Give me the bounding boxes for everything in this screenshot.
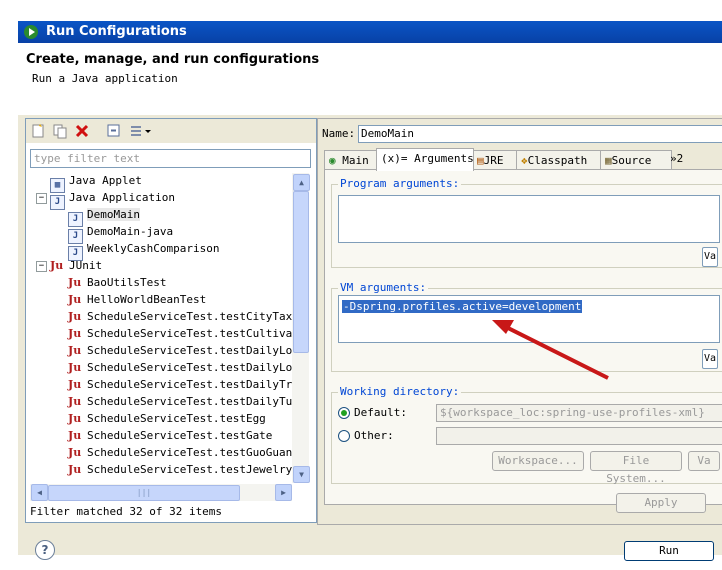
jre-tab-icon: ▤ [477,154,484,167]
default-label: Default: [354,406,407,419]
tree-item-junit-test[interactable]: Ju ScheduleServiceTest.testCityTax [68,309,292,325]
tree-item-junit-test[interactable]: Ju ScheduleServiceTest.testCultivate [68,326,292,342]
tab-bar: ◉ Main (x)= Arguments ▤JRE ❖Classpath ▦S… [324,148,722,171]
window-titlebar: Run Configurations [18,21,722,43]
tab-main[interactable]: ◉ Main [324,150,380,170]
config-toolbar [26,119,316,143]
default-directory-field: ${workspace_loc:spring-use-profiles-xml} [436,404,722,422]
tree-item-junit-test[interactable]: Ju ScheduleServiceTest.testGate [68,428,272,444]
default-radio[interactable] [338,407,350,419]
vm-variables-button[interactable]: Va [702,349,718,369]
junit-icon: Ju [68,446,82,459]
scroll-up-icon[interactable]: ▲ [293,174,310,191]
scroll-left-icon[interactable]: ◀ [31,484,48,501]
vm-arguments-label: VM arguments: [338,281,429,294]
collapse-junit-icon[interactable]: − [36,261,47,272]
file-system-button[interactable]: File System... [590,451,682,485]
scroll-thumb[interactable] [293,191,309,353]
tab-classpath[interactable]: ❖Classpath [516,150,602,170]
junit-icon: Ju [68,395,82,408]
collapse-all-icon[interactable] [106,123,122,139]
workspace-button[interactable]: Workspace... [492,451,584,471]
configuration-list-pane: type filter text ▦ Java Applet − J Java Ap… [25,118,317,523]
scroll-right-icon[interactable]: ▶ [275,484,292,501]
tree-item-junit-test[interactable]: Ju ScheduleServiceTest.testDailyLogi [68,343,292,359]
scroll-thumb[interactable]: ||| [48,485,240,501]
scroll-down-icon[interactable]: ▼ [293,466,310,483]
classpath-tab-icon: ❖ [521,154,528,167]
junit-icon: Ju [68,327,82,340]
tree-item-junit-test[interactable]: Ju ScheduleServiceTest.testJewelry [68,462,292,478]
filter-input[interactable]: type filter text [30,149,311,168]
header-title: Create, manage, and run configurations [26,52,320,67]
window-title: Run Configurations [46,24,187,39]
junit-icon: Ju [68,293,82,306]
new-config-icon[interactable] [30,123,46,139]
tree-item-demomain[interactable]: J DemoMain [68,207,140,227]
run-icon [24,25,38,39]
tab-arguments[interactable]: (x)= Arguments [376,148,474,171]
junit-icon: Ju [68,361,82,374]
tree-item-demomain-java[interactable]: J DemoMain-java [68,224,173,244]
tab-source[interactable]: ▦Source [600,150,672,170]
name-input[interactable]: DemoMain [358,125,722,143]
program-arguments-input[interactable] [338,195,720,243]
other-radio[interactable] [338,430,350,442]
variables-button[interactable]: Va [688,451,720,471]
filter-status: Filter matched 32 of 32 items [30,505,223,518]
source-tab-icon: ▦ [605,154,612,167]
tab-jre[interactable]: ▤JRE [472,150,518,170]
tree-item-java-applet[interactable]: ▦ Java Applet [50,173,142,193]
program-arguments-label: Program arguments: [338,177,462,190]
main-tab-icon: ◉ [329,154,336,167]
tree-item-java-application[interactable]: J Java Application [50,190,175,210]
junit-icon: Ju [68,412,82,425]
tree-item-weeklycashcomparison[interactable]: J WeeklyCashComparison [68,241,219,261]
duplicate-config-icon[interactable] [52,123,68,139]
junit-icon: Ju [68,310,82,323]
apply-button[interactable]: Apply [616,493,706,513]
delete-config-icon[interactable] [74,123,90,139]
junit-icon: Ju [68,463,82,476]
junit-icon: Ju [68,276,82,289]
java-app-icon: J [50,195,65,210]
working-directory-label: Working directory: [338,385,462,398]
tree-item-junit-test[interactable]: Ju HelloWorldBeanTest [68,292,206,308]
program-arguments-group: Program arguments: Va [331,177,722,268]
configuration-tree: ▦ Java Applet − J Java Application J DemoMa… [30,173,292,483]
tree-item-junit-test[interactable]: Ju BaoUtilsTest [68,275,166,291]
annotation-arrow-icon [492,320,609,380]
tree-item-junit-test[interactable]: Ju ScheduleServiceTest.testDailyTuan [68,394,292,410]
tree-item-junit-test[interactable]: Ju ScheduleServiceTest.testEgg [68,411,266,427]
tree-item-junit-test[interactable]: Ju ScheduleServiceTest.testDailyLott [68,360,292,376]
tree-item-junit[interactable]: Ju JUnit [50,258,102,274]
tree-item-junit-test[interactable]: Ju ScheduleServiceTest.testDailyTrad [68,377,292,393]
junit-icon: Ju [68,429,82,442]
help-icon[interactable]: ? [35,540,55,560]
run-button[interactable]: Run [624,541,714,561]
header-subtitle: Run a Java application [32,72,178,85]
junit-icon: Ju [68,378,82,391]
working-directory-group: Working directory: Default: ${workspace_… [331,385,722,485]
tree-item-junit-test[interactable]: Ju ScheduleServiceTest.testGuoGuan [68,445,292,461]
collapse-java-application-icon[interactable]: − [36,193,47,204]
dialog-header: Create, manage, and run configurations R… [18,43,722,116]
tree-horizontal-scrollbar[interactable]: ◀ ||| ▶ [30,484,292,501]
program-variables-button[interactable]: Va [702,247,718,267]
junit-icon: Ju [68,344,82,357]
more-tabs-button[interactable]: »2 [670,152,683,165]
other-directory-field[interactable] [436,427,722,445]
other-label: Other: [354,429,394,442]
junit-icon: Ju [50,259,64,272]
name-label: Name: [322,127,356,140]
tree-vertical-scrollbar[interactable]: ▲ ▼ [292,173,310,483]
filter-menu-icon[interactable] [128,123,152,139]
